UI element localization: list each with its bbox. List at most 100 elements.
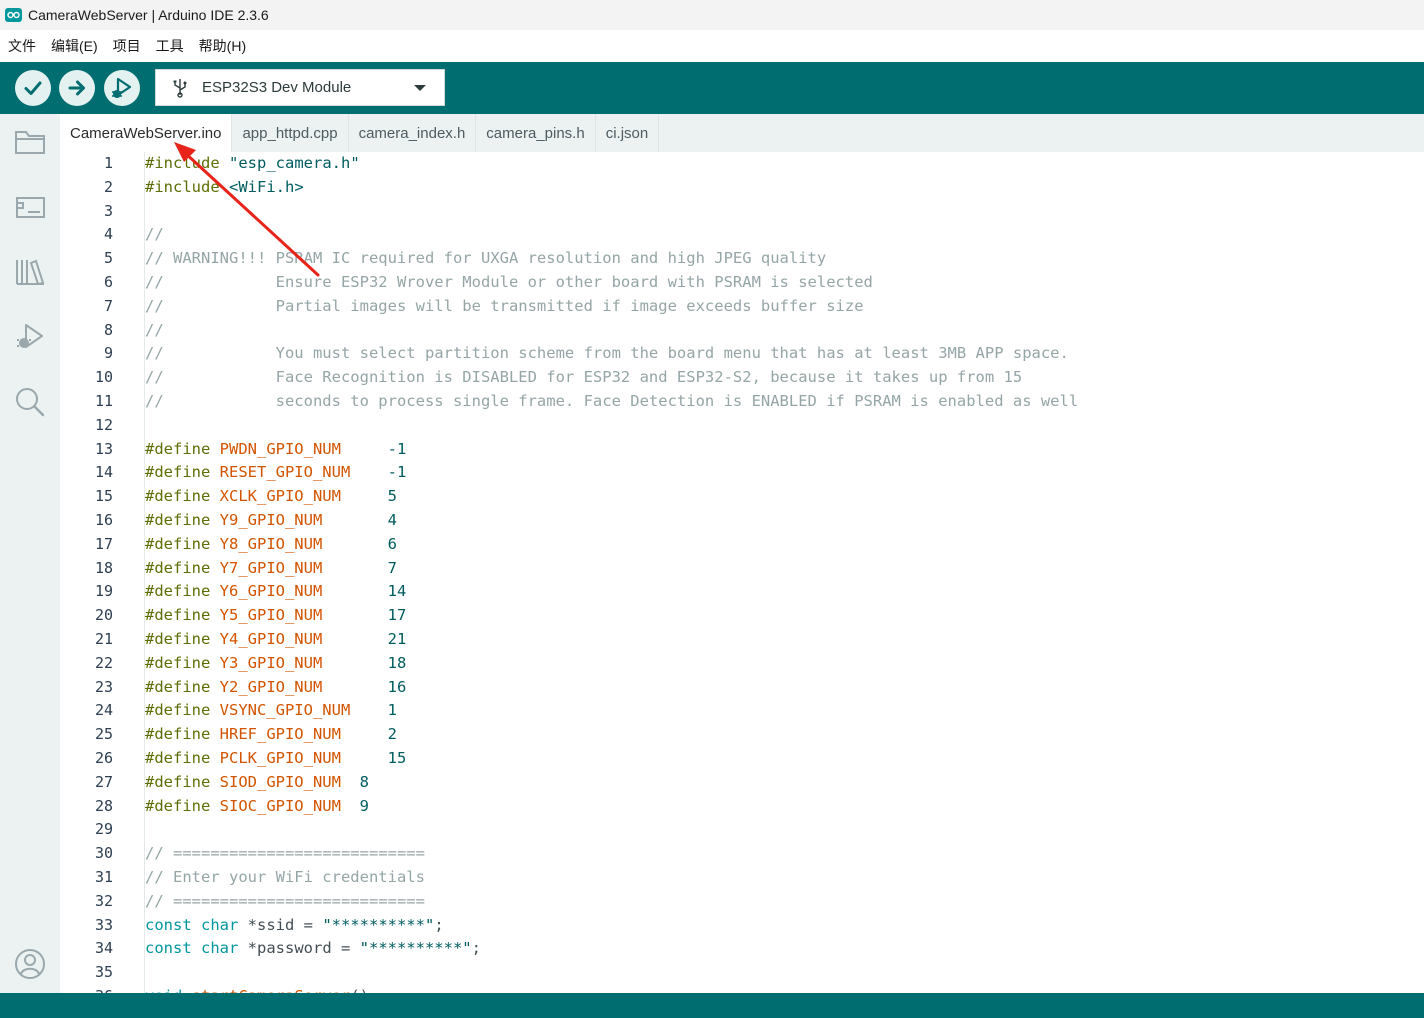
line-number: 12 [94, 415, 113, 434]
code-line[interactable]: 22 #define Y3_GPIO_NUM 18 [60, 651, 1424, 675]
code-text: #define VSYNC_GPIO_NUM 1 [145, 698, 397, 722]
code-token: PWDN_GPIO_NUM [219, 439, 341, 458]
menu-sketch[interactable]: 项目 [113, 36, 141, 56]
code-line[interactable]: 19 #define Y6_GPIO_NUM 14 [60, 579, 1424, 603]
code-line[interactable]: 11 // seconds to process single frame. Fa… [60, 389, 1424, 413]
code-line[interactable]: 14 #define RESET_GPIO_NUM -1 [60, 460, 1424, 484]
code-line[interactable]: 27 #define SIOD_GPIO_NUM 8 [60, 770, 1424, 794]
code-text: #include "esp_camera.h" [145, 152, 360, 175]
code-text: #define PWDN_GPIO_NUM -1 [145, 437, 406, 461]
code-line[interactable]: 31 // Enter your WiFi credentials [60, 865, 1424, 889]
code-token: 14 [387, 582, 407, 601]
code-line[interactable]: 15 #define XCLK_GPIO_NUM 5 [60, 484, 1424, 508]
code-line[interactable]: 24 #define VSYNC_GPIO_NUM 1 [60, 698, 1424, 722]
arduino-logo-icon [5, 8, 22, 22]
tab-camera-index-h[interactable]: camera_index.h [349, 114, 477, 152]
code-line[interactable]: 23 #define Y2_GPIO_NUM 16 [60, 675, 1424, 699]
code-line[interactable]: 34 const char *password = "**********"; [60, 936, 1424, 960]
menu-tools[interactable]: 工具 [156, 36, 184, 56]
code-token: 21 [387, 630, 407, 648]
code-line[interactable]: 25 #define HREF_GPIO_NUM 2 [60, 722, 1424, 746]
line-number: 28 [94, 796, 113, 815]
code-line[interactable]: 1 #include "esp_camera.h" [60, 152, 1424, 175]
code-token: -1 [387, 439, 407, 458]
tab-camera-pins-h[interactable]: camera_pins.h [476, 114, 596, 152]
debug-icon[interactable] [12, 319, 48, 355]
code-token: #define [145, 487, 220, 506]
toolbar: ESP32S3 Dev Module [0, 62, 1424, 114]
code-token: char [201, 939, 248, 958]
code-line[interactable]: 28 #define SIOC_GPIO_NUM 9 [60, 794, 1424, 818]
code-line[interactable]: 17 #define Y8_GPIO_NUM 6 [60, 532, 1424, 556]
code-token: SIOD_GPIO_NUM [219, 772, 341, 791]
library-icon[interactable] [12, 254, 48, 290]
code-line[interactable]: 4 // [60, 222, 1424, 246]
upload-button[interactable] [59, 70, 95, 106]
code-line[interactable]: 20 #define Y5_GPIO_NUM 17 [60, 603, 1424, 627]
tab-ci-json[interactable]: ci.json [596, 114, 660, 152]
code-line[interactable]: 36 void startCameraServer(); [60, 984, 1424, 993]
code-line[interactable]: 7 // Partial images will be transmitted i… [60, 294, 1424, 318]
code-line[interactable]: 5 // WARNING!!! PSRAM IC required for UXG… [60, 246, 1424, 270]
code-line[interactable]: 16 #define Y9_GPIO_NUM 4 [60, 508, 1424, 532]
code-line[interactable]: 21 #define Y4_GPIO_NUM 21 [60, 627, 1424, 651]
arrow-right-icon [68, 80, 85, 96]
verify-button[interactable] [15, 70, 51, 106]
code-editor[interactable]: 1 #include "esp_camera.h" 2 #include <WiFi.… [60, 152, 1424, 993]
code-line[interactable]: 29 [60, 817, 1424, 841]
tab-app-httpd-cpp[interactable]: app_httpd.cpp [232, 114, 349, 152]
code-line[interactable]: 2 #include <WiFi.h> [60, 175, 1424, 199]
code-text: #define SIOC_GPIO_NUM 9 [145, 794, 369, 818]
board-selector[interactable]: ESP32S3 Dev Module [155, 69, 445, 106]
code-line[interactable]: 6 // Ensure ESP32 Wrover Module or other … [60, 270, 1424, 294]
tab-camerawebserver-ino[interactable]: CameraWebServer.ino [60, 114, 233, 152]
code-token: 9 [359, 796, 369, 815]
code-line[interactable]: 30 // =========================== [60, 841, 1424, 865]
search-icon[interactable] [12, 384, 48, 420]
code-line[interactable]: 33 const char *ssid = "**********"; [60, 913, 1424, 937]
code-token: // seconds to process single frame. Face… [145, 392, 1079, 410]
code-token: #define [145, 749, 220, 767]
folder-icon[interactable] [12, 124, 48, 160]
debug-button[interactable] [104, 70, 140, 106]
code-token: 6 [387, 534, 397, 553]
code-token: // [145, 225, 164, 244]
code-token: Y9_GPIO_NUM [219, 511, 323, 529]
code-line[interactable]: 18 #define Y7_GPIO_NUM 7 [60, 556, 1424, 580]
code-token: #define [145, 701, 220, 720]
code-line[interactable]: 13 #define PWDN_GPIO_NUM -1 [60, 437, 1424, 461]
menu-help[interactable]: 帮助(H) [199, 36, 246, 56]
code-line[interactable]: 12 [60, 413, 1424, 437]
code-text: // You must select partition scheme from… [145, 341, 1069, 365]
line-number: 1 [103, 154, 113, 172]
code-line[interactable]: 9 // You must select partition scheme fro… [60, 341, 1424, 365]
code-token: #define [145, 534, 220, 553]
code-text: #define Y4_GPIO_NUM 21 [145, 627, 406, 651]
code-line[interactable]: 3 [60, 199, 1424, 223]
code-text: #define RESET_GPIO_NUM -1 [145, 460, 406, 484]
code-line[interactable]: 26 #define PCLK_GPIO_NUM 15 [60, 746, 1424, 770]
code-line[interactable]: 35 [60, 960, 1424, 984]
code-line[interactable]: 10 // Face Recognition is DISABLED for ES… [60, 365, 1424, 389]
code-token: // Partial images will be transmitted if… [145, 296, 864, 315]
code-text: #define Y8_GPIO_NUM 6 [145, 532, 397, 556]
code-token: 2 [387, 725, 397, 744]
code-line[interactable]: 8 // [60, 318, 1424, 342]
title-bar: CameraWebServer | Arduino IDE 2.3.6 [0, 0, 1424, 30]
window-title: CameraWebServer | Arduino IDE 2.3.6 [28, 7, 269, 23]
menu-edit[interactable]: 编辑(E) [51, 36, 98, 56]
code-text: #define SIOD_GPIO_NUM 8 [145, 770, 369, 794]
code-token: #define [145, 439, 220, 458]
line-number: 32 [94, 891, 113, 910]
board-manager-icon[interactable] [12, 189, 48, 225]
account-icon[interactable] [12, 946, 48, 982]
code-text: #define Y3_GPIO_NUM 18 [145, 651, 406, 675]
code-line[interactable]: 32 // =========================== [60, 889, 1424, 913]
code-token: ; [471, 939, 481, 958]
menu-file[interactable]: 文件 [8, 36, 36, 56]
line-number: 8 [103, 320, 113, 339]
